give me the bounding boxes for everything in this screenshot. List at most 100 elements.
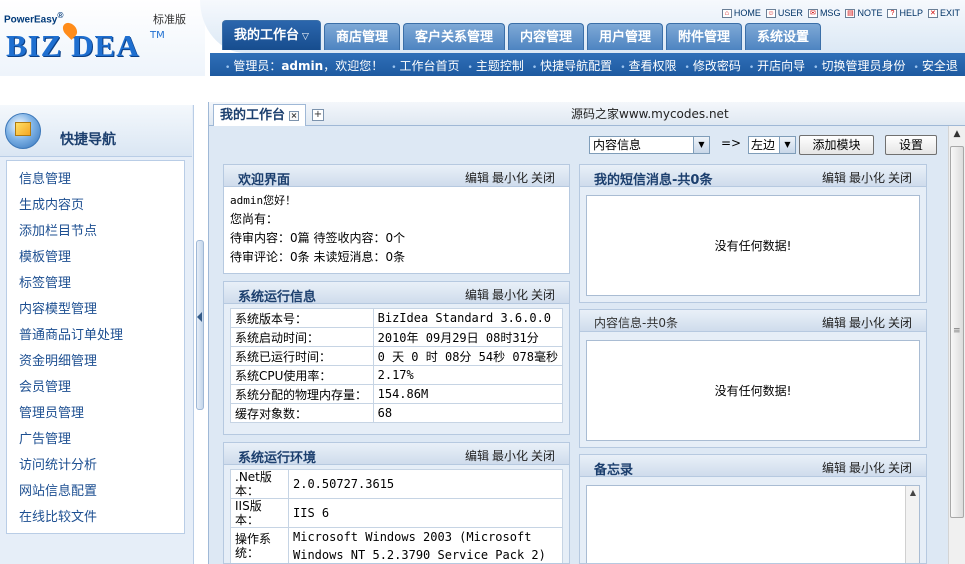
minimize-button[interactable]: 最小化: [849, 169, 885, 186]
subnav-change-password[interactable]: 修改密码: [685, 57, 741, 74]
minimize-button[interactable]: 最小化: [492, 169, 528, 186]
sidebar-item-templates[interactable]: 模板管理: [7, 245, 184, 271]
panel-body: .Net版本： 2.0.50727.3615 IIS版本： IIS 6 操作系统： M…: [224, 465, 569, 563]
tab-my-workspace[interactable]: 我的工作台 ▽: [222, 20, 321, 50]
quick-link-user[interactable]: ☺ USER: [765, 8, 803, 18]
subnav-store-wizard[interactable]: 开店向导: [749, 57, 805, 74]
panel-title: 内容信息-共0条: [594, 316, 678, 330]
panel-controls: 编辑 最小化 关闭: [822, 169, 912, 186]
sidebar-item-labels[interactable]: 标签管理: [7, 271, 184, 297]
minimize-button[interactable]: 最小化: [849, 459, 885, 476]
close-button[interactable]: 关闭: [888, 314, 912, 331]
panel-title: 我的短信消息-共0条: [594, 173, 713, 188]
subnav-logout[interactable]: 安全退: [914, 57, 958, 74]
quick-link-help[interactable]: ? HELP: [887, 8, 923, 18]
tab-crm[interactable]: 客户关系管理: [402, 23, 505, 50]
panel-body: ▲: [580, 477, 926, 563]
sidebar-item-members[interactable]: 会员管理: [7, 375, 184, 401]
quick-link-msg[interactable]: ✉ MSG: [807, 8, 840, 18]
table-row: 系统版本号： BizIdea Standard 3.6.0.0: [230, 308, 564, 328]
settings-button[interactable]: 设置: [885, 135, 937, 155]
panel-title: 欢迎界面: [238, 173, 291, 188]
close-button[interactable]: 关闭: [531, 447, 555, 464]
subnav-switch-admin[interactable]: 切换管理员身份: [813, 57, 905, 74]
subnav-quicknav-config[interactable]: 快捷导航配置: [532, 57, 612, 74]
quick-link-exit[interactable]: ✕ EXIT: [927, 8, 960, 18]
table-row: 系统已运行时间： 0 天 0 时 08分 54秒 078毫秒: [230, 346, 564, 366]
edition-label: 标准版: [153, 13, 186, 26]
panel-title: 备忘录: [594, 463, 634, 478]
sidebar-item-file-compare[interactable]: 在线比较文件: [7, 505, 184, 531]
subnav-permissions[interactable]: 查看权限: [620, 57, 677, 74]
scroll-up-icon[interactable]: ▲: [949, 126, 965, 143]
tab-content[interactable]: 内容管理: [507, 23, 584, 50]
table-row: 缓存对象数： 68: [230, 403, 564, 423]
tab-settings[interactable]: 系统设置: [745, 23, 822, 50]
memo-textarea[interactable]: ▲: [586, 485, 920, 563]
tab-users[interactable]: 用户管理: [586, 23, 663, 50]
sidebar-item-site-config[interactable]: 网站信息配置: [7, 479, 184, 505]
quick-link-home[interactable]: ⌂ HOME: [721, 8, 761, 18]
minimize-button[interactable]: 最小化: [492, 286, 528, 303]
exit-icon: ✕: [927, 8, 938, 18]
close-icon[interactable]: ×: [289, 110, 300, 121]
table-row: IIS版本： IIS 6: [230, 498, 563, 528]
main-tabs: 我的工作台 ▽ 商店管理 客户关系管理 内容管理 用户管理 附件管理 系统设置: [222, 20, 822, 50]
edit-button[interactable]: 编辑: [822, 459, 846, 476]
tab-attachments[interactable]: 附件管理: [666, 23, 743, 50]
memo-scrollbar[interactable]: ▲: [905, 486, 919, 563]
minimize-button[interactable]: 最小化: [849, 314, 885, 331]
sidebar-item-stats[interactable]: 访问统计分析: [7, 453, 184, 479]
sidebar-item-ads[interactable]: 广告管理: [7, 427, 184, 453]
sub-nav-items: 管理员：admin，欢迎您！ 工作台首页 主题控制 快捷导航配置 查看权限 修改…: [225, 57, 958, 74]
workspace-tab[interactable]: 我的工作台 ×: [213, 104, 307, 126]
module-select[interactable]: 内容信息 ▼: [589, 136, 710, 154]
add-module-button[interactable]: 添加模块: [799, 135, 874, 155]
edit-button[interactable]: 编辑: [465, 169, 489, 186]
panel-body: 没有任何数据!: [580, 332, 926, 447]
sidebar: 快捷导航 信息管理 生成内容页 添加栏目节点 模板管理 标签管理 内容模型管理 …: [0, 105, 194, 564]
sidebar-item-admins[interactable]: 管理员管理: [7, 401, 184, 427]
sidebar-item-generate-pages[interactable]: 生成内容页: [7, 193, 184, 219]
subnav-workspace-home[interactable]: 工作台首页: [391, 57, 460, 74]
panel-header: 系统运行环境 编辑 最小化 关闭: [224, 443, 569, 466]
system-info-panel: 系统运行信息 编辑 最小化 关闭 系统版本号： BizIdea Standard …: [223, 281, 570, 435]
empty-message: 没有任何数据!: [586, 340, 920, 441]
table-row: 系统启动时间： 2010年 09月29日 08时31分: [230, 327, 564, 347]
sidebar-item-content-models[interactable]: 内容模型管理: [7, 297, 184, 323]
table-row: .Net版本： 2.0.50727.3615: [230, 469, 563, 499]
close-button[interactable]: 关闭: [531, 169, 555, 186]
add-tab-button[interactable]: +: [312, 109, 324, 121]
table-row: 系统分配的物理内存量： 154.86M: [230, 384, 564, 404]
sms-panel: 我的短信消息-共0条 编辑 最小化 关闭 没有任何数据!: [579, 164, 927, 303]
position-select[interactable]: 左边 ▼: [748, 136, 796, 154]
header-band: ⌂ HOME ☺ USER ✉ MSG ▤ NOTE ? HELP ✕ EXIT 我的工作台…: [200, 0, 965, 76]
panel-header: 内容信息-共0条 编辑 最小化 关闭: [580, 310, 926, 332]
edit-button[interactable]: 编辑: [465, 286, 489, 303]
chevron-down-icon: ▼: [693, 137, 709, 153]
sidebar-item-add-node[interactable]: 添加栏目节点: [7, 219, 184, 245]
content-scrollbar[interactable]: ▲ ≡: [948, 126, 965, 564]
site-label: 源码之家www.mycodes.net: [571, 107, 729, 121]
you-have-text: 您尚有：: [230, 212, 279, 226]
panel-controls: 编辑 最小化 关闭: [822, 459, 912, 476]
close-button[interactable]: 关闭: [888, 169, 912, 186]
close-button[interactable]: 关闭: [531, 286, 555, 303]
edit-button[interactable]: 编辑: [822, 169, 846, 186]
close-button[interactable]: 关闭: [888, 459, 912, 476]
sidebar-item-info[interactable]: 信息管理: [7, 167, 184, 193]
panel-header: 我的短信消息-共0条 编辑 最小化 关闭: [580, 165, 926, 188]
panel-controls: 编辑 最小化 关闭: [465, 447, 555, 464]
workspace-tabbar: 我的工作台 × + 源码之家www.mycodes.net: [209, 102, 965, 126]
minimize-button[interactable]: 最小化: [492, 447, 528, 464]
quick-link-note[interactable]: ▤ NOTE: [845, 8, 882, 18]
subnav-theme[interactable]: 主题控制: [468, 57, 524, 74]
home-icon: ⌂: [721, 8, 732, 18]
sidebar-item-orders[interactable]: 普通商品订单处理: [7, 323, 184, 349]
scroll-up-icon[interactable]: ▲: [906, 486, 920, 500]
sidebar-item-funds[interactable]: 资金明细管理: [7, 349, 184, 375]
edit-button[interactable]: 编辑: [465, 447, 489, 464]
edit-button[interactable]: 编辑: [822, 314, 846, 331]
tab-store[interactable]: 商店管理: [323, 23, 400, 50]
sidebar-collapse-handle[interactable]: [196, 240, 204, 410]
